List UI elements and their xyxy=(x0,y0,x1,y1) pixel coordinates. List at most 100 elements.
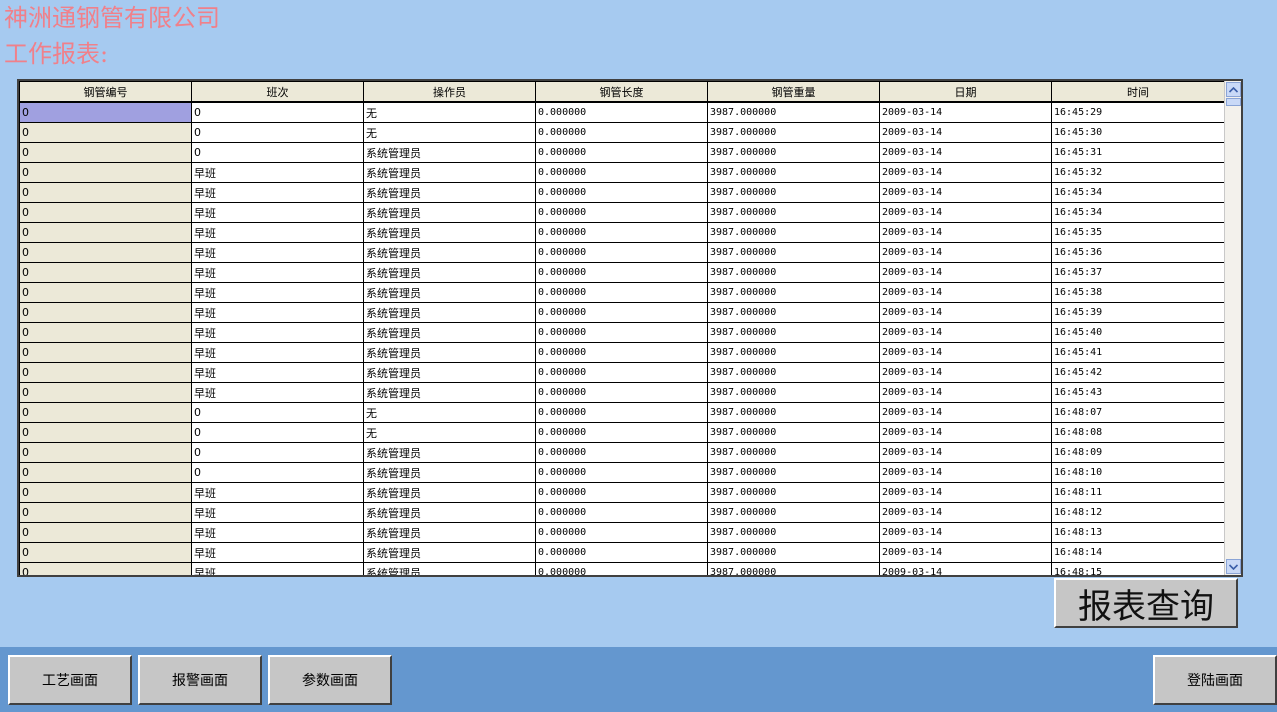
cell-shift[interactable]: 0 xyxy=(191,462,364,483)
cell-date[interactable]: 2009-03-14 xyxy=(879,422,1052,443)
cell-pipe-weight[interactable]: 3987.000000 xyxy=(707,122,880,143)
scroll-down-arrow-icon[interactable] xyxy=(1226,559,1241,574)
cell-operator[interactable]: 系统管理员 xyxy=(363,262,536,283)
cell-time[interactable]: 16:48:08 xyxy=(1051,422,1224,443)
cell-pipe-length[interactable]: 0.000000 xyxy=(535,182,708,203)
cell-pipe-id[interactable]: 0 xyxy=(19,101,192,123)
cell-operator[interactable]: 系统管理员 xyxy=(363,482,536,503)
cell-shift[interactable]: 早班 xyxy=(191,382,364,403)
cell-pipe-length[interactable]: 0.000000 xyxy=(535,342,708,363)
scroll-up-arrow-icon[interactable] xyxy=(1226,82,1241,97)
cell-pipe-length[interactable]: 0.000000 xyxy=(535,422,708,443)
cell-time[interactable]: 16:45:37 xyxy=(1051,262,1224,283)
cell-pipe-length[interactable]: 0.000000 xyxy=(535,222,708,243)
cell-operator[interactable]: 系统管理员 xyxy=(363,462,536,483)
report-data-grid[interactable]: 钢管编号 班次 操作员 钢管长度 钢管重量 日期 时间 0 0 无 0.000000 3… xyxy=(17,79,1243,577)
cell-time[interactable]: 16:45:31 xyxy=(1051,142,1224,163)
cell-shift[interactable]: 早班 xyxy=(191,302,364,323)
cell-pipe-id[interactable]: 0 xyxy=(19,542,192,563)
cell-shift[interactable]: 早班 xyxy=(191,322,364,343)
cell-date[interactable]: 2009-03-14 xyxy=(879,162,1052,183)
cell-time[interactable]: 16:45:30 xyxy=(1051,122,1224,143)
column-header-pipe-id[interactable]: 钢管编号 xyxy=(19,81,192,103)
cell-pipe-id[interactable]: 0 xyxy=(19,202,192,223)
login-screen-button[interactable]: 登陆画面 xyxy=(1153,655,1277,705)
cell-shift[interactable]: 早班 xyxy=(191,262,364,283)
cell-pipe-id[interactable]: 0 xyxy=(19,342,192,363)
cell-pipe-weight[interactable]: 3987.000000 xyxy=(707,242,880,263)
cell-date[interactable]: 2009-03-14 xyxy=(879,302,1052,323)
cell-pipe-weight[interactable]: 3987.000000 xyxy=(707,542,880,563)
cell-shift[interactable]: 早班 xyxy=(191,482,364,503)
vertical-scrollbar[interactable] xyxy=(1224,81,1241,575)
table-row[interactable]: 0 早班 系统管理员 0.000000 3987.000000 2009-03-14 16:… xyxy=(19,302,1224,323)
column-header-operator[interactable]: 操作员 xyxy=(363,81,536,103)
cell-pipe-length[interactable]: 0.000000 xyxy=(535,522,708,543)
table-row[interactable]: 0 早班 系统管理员 0.000000 3987.000000 2009-03-14 16:… xyxy=(19,482,1224,503)
cell-operator[interactable]: 系统管理员 xyxy=(363,342,536,363)
cell-date[interactable]: 2009-03-14 xyxy=(879,542,1052,563)
cell-date[interactable]: 2009-03-14 xyxy=(879,222,1052,243)
cell-pipe-weight[interactable]: 3987.000000 xyxy=(707,442,880,463)
cell-date[interactable]: 2009-03-14 xyxy=(879,342,1052,363)
table-row[interactable]: 0 早班 系统管理员 0.000000 3987.000000 2009-03-14 16:… xyxy=(19,542,1224,563)
cell-pipe-weight[interactable]: 3987.000000 xyxy=(707,482,880,503)
cell-operator[interactable]: 系统管理员 xyxy=(363,242,536,263)
cell-pipe-id[interactable]: 0 xyxy=(19,122,192,143)
cell-pipe-id[interactable]: 0 xyxy=(19,322,192,343)
cell-pipe-length[interactable]: 0.000000 xyxy=(535,462,708,483)
cell-pipe-length[interactable]: 0.000000 xyxy=(535,382,708,403)
cell-pipe-length[interactable]: 0.000000 xyxy=(535,142,708,163)
cell-pipe-length[interactable]: 0.000000 xyxy=(535,242,708,263)
cell-time[interactable]: 16:45:38 xyxy=(1051,282,1224,303)
cell-shift[interactable]: 早班 xyxy=(191,522,364,543)
cell-pipe-id[interactable]: 0 xyxy=(19,462,192,483)
cell-pipe-id[interactable]: 0 xyxy=(19,242,192,263)
cell-operator[interactable]: 系统管理员 xyxy=(363,442,536,463)
column-header-pipe-weight[interactable]: 钢管重量 xyxy=(707,81,880,103)
cell-pipe-weight[interactable]: 3987.000000 xyxy=(707,462,880,483)
cell-operator[interactable]: 系统管理员 xyxy=(363,202,536,223)
column-header-date[interactable]: 日期 xyxy=(879,81,1052,103)
table-row[interactable]: 0 早班 系统管理员 0.000000 3987.000000 2009-03-14 16:… xyxy=(19,202,1224,223)
cell-pipe-length[interactable]: 0.000000 xyxy=(535,302,708,323)
table-row[interactable]: 0 早班 系统管理员 0.000000 3987.000000 2009-03-14 16:… xyxy=(19,362,1224,383)
cell-shift[interactable]: 早班 xyxy=(191,222,364,243)
cell-shift[interactable]: 0 xyxy=(191,422,364,443)
cell-time[interactable]: 16:48:15 xyxy=(1051,562,1224,575)
column-header-shift[interactable]: 班次 xyxy=(191,81,364,103)
cell-operator[interactable]: 系统管理员 xyxy=(363,542,536,563)
table-row[interactable]: 0 0 系统管理员 0.000000 3987.000000 2009-03-14 16:4… xyxy=(19,442,1224,463)
cell-pipe-length[interactable]: 0.000000 xyxy=(535,262,708,283)
cell-pipe-length[interactable]: 0.000000 xyxy=(535,442,708,463)
cell-pipe-id[interactable]: 0 xyxy=(19,142,192,163)
cell-pipe-id[interactable]: 0 xyxy=(19,422,192,443)
cell-operator[interactable]: 无 xyxy=(363,402,536,423)
table-row[interactable]: 0 早班 系统管理员 0.000000 3987.000000 2009-03-14 16:… xyxy=(19,182,1224,203)
cell-time[interactable]: 16:45:32 xyxy=(1051,162,1224,183)
cell-time[interactable]: 16:48:07 xyxy=(1051,402,1224,423)
cell-date[interactable]: 2009-03-14 xyxy=(879,502,1052,523)
cell-shift[interactable]: 0 xyxy=(191,101,364,123)
cell-time[interactable]: 16:45:36 xyxy=(1051,242,1224,263)
table-row[interactable]: 0 0 系统管理员 0.000000 3987.000000 2009-03-14 16:4… xyxy=(19,142,1224,163)
table-row[interactable]: 0 早班 系统管理员 0.000000 3987.000000 2009-03-14 16:… xyxy=(19,322,1224,343)
cell-pipe-weight[interactable]: 3987.000000 xyxy=(707,222,880,243)
cell-shift[interactable]: 0 xyxy=(191,402,364,423)
cell-shift[interactable]: 早班 xyxy=(191,502,364,523)
cell-pipe-weight[interactable]: 3987.000000 xyxy=(707,101,880,123)
table-row[interactable]: 0 早班 系统管理员 0.000000 3987.000000 2009-03-14 16:… xyxy=(19,222,1224,243)
cell-shift[interactable]: 早班 xyxy=(191,542,364,563)
cell-pipe-id[interactable]: 0 xyxy=(19,362,192,383)
cell-pipe-id[interactable]: 0 xyxy=(19,222,192,243)
cell-time[interactable]: 16:45:40 xyxy=(1051,322,1224,343)
cell-operator[interactable]: 系统管理员 xyxy=(363,322,536,343)
cell-pipe-id[interactable]: 0 xyxy=(19,402,192,423)
cell-time[interactable]: 16:45:39 xyxy=(1051,302,1224,323)
cell-time[interactable]: 16:45:29 xyxy=(1051,101,1224,123)
cell-date[interactable]: 2009-03-14 xyxy=(879,101,1052,123)
cell-date[interactable]: 2009-03-14 xyxy=(879,562,1052,575)
table-row[interactable]: 0 早班 系统管理员 0.000000 3987.000000 2009-03-14 16:… xyxy=(19,342,1224,363)
cell-shift[interactable]: 早班 xyxy=(191,202,364,223)
cell-pipe-weight[interactable]: 3987.000000 xyxy=(707,142,880,163)
